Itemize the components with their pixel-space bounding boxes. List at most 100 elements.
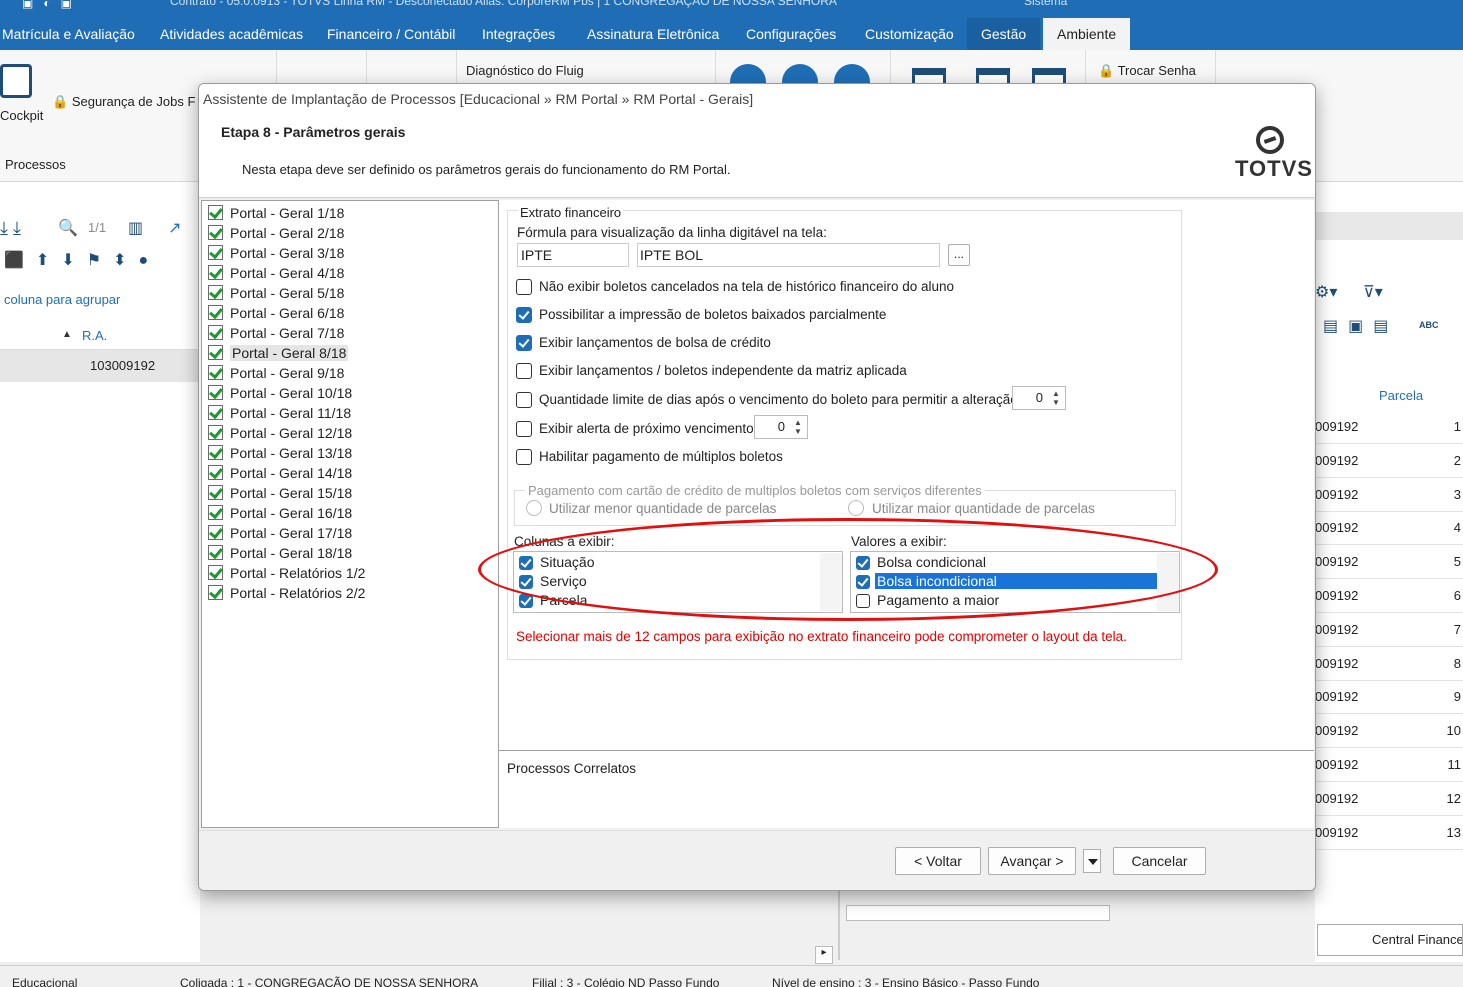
step-item[interactable]: Portal - Relatórios 1/2 [208, 565, 365, 585]
quick-access-icons[interactable]: ▣◐▣ [22, 0, 82, 10]
abc-icon[interactable]: ABC [1419, 320, 1439, 330]
opt-nao-exibir-cancelados-checkbox[interactable] [516, 279, 532, 295]
step-title: Etapa 8 - Parâmetros gerais [221, 124, 406, 140]
opt-imprimir-baixados-checkbox[interactable] [516, 307, 532, 323]
step-item[interactable]: Portal - Geral 13/18 [208, 445, 352, 465]
step-item[interactable]: Portal - Geral 4/18 [208, 265, 344, 285]
opt-alerta-vencimento-checkbox[interactable] [516, 421, 532, 437]
stepper-arrows-icon[interactable]: ▲ ▼ [791, 418, 805, 436]
opt-bolsa-credito-checkbox[interactable] [516, 335, 532, 351]
step-item[interactable]: Portal - Geral 16/18 [208, 505, 352, 525]
table-row[interactable]: 103009192 [0, 350, 200, 382]
dias-limite-value: 0 [1035, 390, 1043, 405]
step-item[interactable]: Portal - Geral 6/18 [208, 305, 344, 325]
completed-check-icon [208, 445, 223, 460]
menu-assinatura[interactable]: Assinatura Eletrônica [587, 18, 719, 50]
column-parcela[interactable]: Parcela [1379, 388, 1423, 403]
step-item[interactable]: Portal - Geral 17/18 [208, 525, 352, 545]
table-row[interactable]: 009192 9 [1315, 680, 1463, 715]
radio-menor-parcelas[interactable] [526, 500, 542, 516]
completed-check-icon [208, 325, 223, 340]
cockpit-icon[interactable] [0, 64, 32, 98]
step-item[interactable]: Portal - Geral 8/18 [208, 345, 349, 365]
parcela-cell: 10 [1446, 723, 1461, 739]
dias-limite-stepper[interactable]: 0 ▲ ▼ [1012, 386, 1066, 410]
menu-customizacao[interactable]: Customização [865, 18, 954, 50]
next-dropdown-button[interactable] [1083, 849, 1101, 873]
step-item[interactable]: Portal - Geral 2/18 [208, 225, 344, 245]
menu-integracoes[interactable]: Integrações [482, 18, 555, 50]
step-item[interactable]: Portal - Geral 12/18 [208, 425, 352, 445]
formula-code-field[interactable]: IPTE [517, 243, 629, 267]
opt-independente-matriz-checkbox[interactable] [516, 363, 532, 379]
table-row[interactable]: 009192 1 [1315, 410, 1463, 444]
diagnostico-fluig-button[interactable]: Diagnóstico do Fluig [466, 63, 584, 78]
table-row[interactable]: 009192 13 [1315, 816, 1463, 850]
menu-atividades[interactable]: Atividades acadêmicas [160, 18, 303, 50]
status-filial: Filial : 3 - Colégio ND Passo Fundo [532, 976, 720, 987]
opt-multiplos-boletos-checkbox[interactable] [516, 449, 532, 465]
ra-cell: 009192 [1315, 757, 1359, 772]
step-item[interactable]: Portal - Geral 15/18 [208, 485, 352, 505]
completed-check-icon [208, 565, 223, 580]
formula-name-field[interactable]: IPTE BOL [637, 243, 940, 267]
processos-correlatos-panel: Processos Correlatos [499, 750, 1314, 828]
column-ra[interactable]: R.A. [82, 328, 107, 343]
table-row[interactable]: 009192 12 [1315, 782, 1463, 816]
menu-gestao[interactable]: Gestão [967, 18, 1041, 50]
completed-check-icon [208, 285, 223, 300]
menu-ambiente[interactable]: Ambiente [1043, 18, 1131, 50]
step-item[interactable]: Portal - Geral 11/18 [208, 405, 351, 425]
settings-dropdown-icon[interactable]: ⚙▾ [1315, 282, 1337, 302]
central-financeira-button[interactable]: Central Finance [1317, 924, 1463, 956]
opt-imprimir-baixados-label: Possibilitar a impressão de boletos baix… [539, 307, 887, 322]
menu-financeiro[interactable]: Financeiro / Contábil [327, 18, 455, 50]
opt-bolsa-credito-label: Exibir lançamentos de bolsa de crédito [539, 335, 771, 350]
filter-icon[interactable]: ⊽▾ [1363, 282, 1383, 302]
cancel-button[interactable]: Cancelar [1113, 847, 1206, 875]
dialog-button-bar: < Voltar Avançar > Cancelar [199, 830, 1315, 890]
export-icon[interactable]: ↗ [168, 218, 181, 238]
toolbar-actions-icons[interactable]: ⬛⬆⬇⚑⬍● [4, 250, 160, 270]
download-icon[interactable]: ⤓ ⤓ [0, 218, 21, 239]
status-coligada: Coligada : 1 - CONGREGAÇÃO DE NOSSA SENH… [180, 976, 479, 987]
opt-limite-dias-checkbox[interactable] [516, 392, 532, 408]
parcela-cell: 6 [1453, 588, 1461, 603]
next-button[interactable]: Avançar > [988, 847, 1076, 875]
step-item[interactable]: Portal - Geral 1/18 [208, 205, 344, 225]
completed-check-icon [208, 465, 223, 480]
back-button[interactable]: < Voltar [895, 847, 981, 875]
radio-maior-parcelas[interactable] [848, 500, 864, 516]
horizontal-scrollbar[interactable] [846, 905, 1110, 921]
grid-header[interactable]: ▲ R.A. [0, 320, 200, 350]
step-item[interactable]: Portal - Geral 10/18 [208, 385, 352, 405]
scroll-right-button[interactable]: ▸ [815, 946, 833, 964]
step-item[interactable]: Portal - Geral 9/18 [208, 365, 344, 385]
step-item[interactable]: Portal - Geral 3/18 [208, 245, 344, 265]
table-row[interactable]: 009192 2 [1315, 444, 1463, 478]
table-row[interactable]: 009192 3 [1315, 478, 1463, 512]
step-item[interactable]: Portal - Geral 14/18 [208, 465, 352, 485]
step-item[interactable]: Portal - Geral 7/18 [208, 325, 344, 345]
formula-lookup-button[interactable]: ... [948, 244, 970, 266]
table-row[interactable]: 009192 5 [1315, 545, 1463, 580]
layout-icons[interactable]: ▤▣▤ [1323, 316, 1398, 336]
cockpit-label[interactable]: Cockpit [0, 108, 43, 123]
alerta-dias-stepper[interactable]: 0 ▲ ▼ [754, 415, 808, 439]
step-item[interactable]: Portal - Geral 18/18 [208, 545, 352, 565]
menu-matricula[interactable]: Matrícula e Avaliação [2, 18, 135, 50]
stepper-arrows-icon[interactable]: ▲ ▼ [1049, 389, 1063, 407]
table-row[interactable]: 009192 10 [1315, 714, 1463, 749]
trocar-senha-button[interactable]: 🔒 Trocar Senha [1098, 63, 1196, 79]
table-row[interactable]: 009192 8 [1315, 647, 1463, 681]
table-row[interactable]: 009192 7 [1315, 613, 1463, 647]
table-row[interactable]: 009192 6 [1315, 579, 1463, 613]
search-icon[interactable]: 🔍 [58, 218, 78, 238]
table-row[interactable]: 009192 4 [1315, 511, 1463, 546]
columns-icon[interactable]: ▥ [128, 218, 143, 238]
step-item[interactable]: Portal - Relatórios 2/2 [208, 585, 365, 605]
table-row[interactable]: 009192 11 [1315, 748, 1463, 782]
step-item[interactable]: Portal - Geral 5/18 [208, 285, 344, 305]
menu-configuracoes[interactable]: Configurações [746, 18, 836, 50]
seguranca-jobs-button[interactable]: 🔒 Segurança de Jobs F [52, 94, 195, 110]
